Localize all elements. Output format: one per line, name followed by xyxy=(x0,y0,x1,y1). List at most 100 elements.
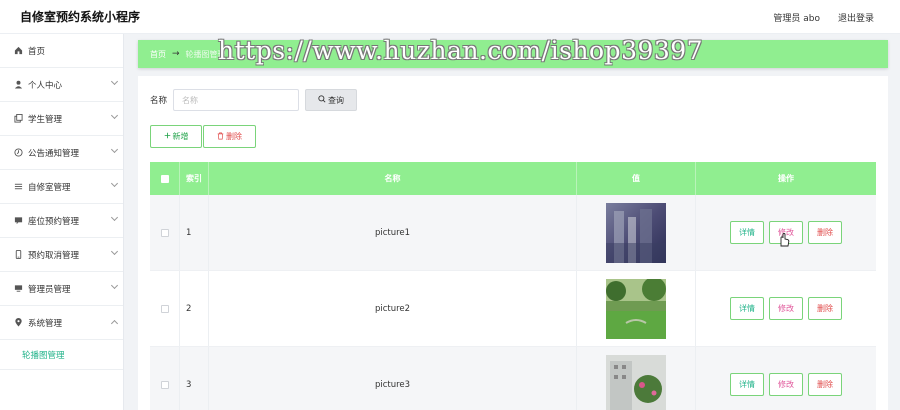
sidebar-item-label: 系统管理 xyxy=(28,318,63,329)
delete-button-label: 删除 xyxy=(226,132,242,141)
row-index: 2 xyxy=(180,271,209,346)
row-checkbox-cell xyxy=(150,271,180,346)
plus-icon xyxy=(164,132,171,141)
sidebar-item-label: 预约取消管理 xyxy=(28,250,80,261)
logout-link[interactable]: 退出登录 xyxy=(838,11,874,24)
chevron-down-icon xyxy=(110,77,119,86)
row-index: 3 xyxy=(180,347,209,410)
detail-button[interactable]: 详情 xyxy=(730,373,764,396)
row-actions: 详情 修改 删除 xyxy=(696,195,876,270)
add-button-label: 新增 xyxy=(172,132,189,141)
table-row: 2 picture2 详情 修改 删除 xyxy=(150,271,876,347)
phone-icon xyxy=(12,250,24,259)
picture3-thumbnail[interactable] xyxy=(606,354,666,410)
sidebar-subitem-carousel[interactable]: 轮播图管理 xyxy=(0,340,123,370)
sidebar-item-study-rooms[interactable]: 自修室管理 xyxy=(0,170,123,204)
chevron-down-icon xyxy=(110,281,119,290)
list-icon xyxy=(12,182,24,191)
copy-icon xyxy=(12,114,24,123)
sidebar-item-system[interactable]: 系统管理 xyxy=(0,306,123,340)
admin-user-label[interactable]: 管理员 abo xyxy=(773,11,820,24)
top-bar: 自修室预约系统小程序 管理员 abo 退出登录 xyxy=(0,0,900,34)
row-image-cell xyxy=(577,195,696,270)
breadcrumb-current: 轮播图管理 xyxy=(185,49,226,59)
header-name: 名称 xyxy=(209,162,577,195)
main-panel: 名称 查询 新增 删除 索引 名称 值 操作 xyxy=(138,76,888,410)
select-all-checkbox[interactable] xyxy=(160,174,169,183)
edit-button[interactable]: 修改 xyxy=(769,373,803,396)
breadcrumb-arrow: → xyxy=(172,49,180,59)
row-checkbox[interactable] xyxy=(160,380,169,389)
table-row: 3 picture3 详情 修改 删除 xyxy=(150,347,876,410)
breadcrumb: 首页 → 轮播图管理 xyxy=(138,40,888,68)
sidebar-item-home[interactable]: 首页 xyxy=(0,34,123,68)
sidebar-item-label: 首页 xyxy=(28,46,46,57)
row-checkbox-cell xyxy=(150,347,180,410)
chevron-up-icon xyxy=(110,319,119,328)
chevron-down-icon xyxy=(110,179,119,188)
sidebar-item-label: 个人中心 xyxy=(28,80,63,91)
chat-icon xyxy=(12,216,24,225)
sidebar-item-label: 学生管理 xyxy=(28,114,63,125)
search-row: 名称 查询 xyxy=(150,89,358,111)
search-icon xyxy=(318,95,326,105)
search-input[interactable] xyxy=(173,89,300,111)
row-checkbox[interactable] xyxy=(160,228,169,237)
action-row: 新增 删除 xyxy=(150,125,256,148)
sidebar: 首页 个人中心 学生管理 公告通知管理 自修室管理 座位预约管理 预约取消管理 … xyxy=(0,34,124,410)
add-button[interactable]: 新增 xyxy=(150,125,202,148)
home-icon xyxy=(12,46,24,55)
app-title: 自修室预约系统小程序 xyxy=(20,10,141,24)
row-name: picture1 xyxy=(209,195,577,270)
user-icon xyxy=(12,80,24,89)
search-label: 名称 xyxy=(150,96,168,106)
sidebar-item-label: 公告通知管理 xyxy=(28,148,80,159)
sidebar-item-label: 管理员管理 xyxy=(28,284,71,295)
sidebar-item-label: 座位预约管理 xyxy=(28,216,80,227)
trash-icon xyxy=(217,132,224,142)
monitor-icon xyxy=(12,284,24,293)
row-index: 1 xyxy=(180,195,209,270)
row-image-cell xyxy=(577,347,696,410)
row-actions: 详情 修改 删除 xyxy=(696,347,876,410)
chevron-down-icon xyxy=(110,213,119,222)
search-button[interactable]: 查询 xyxy=(305,89,358,111)
sidebar-item-students[interactable]: 学生管理 xyxy=(0,102,123,136)
sidebar-item-profile[interactable]: 个人中心 xyxy=(0,68,123,102)
picture2-thumbnail[interactable] xyxy=(606,278,666,339)
search-button-label: 查询 xyxy=(328,95,345,105)
edit-button[interactable]: 修改 xyxy=(769,297,803,320)
row-actions: 详情 修改 删除 xyxy=(696,271,876,346)
clock-icon xyxy=(12,148,24,157)
chevron-down-icon xyxy=(110,145,119,154)
delete-button[interactable]: 删除 xyxy=(808,297,842,320)
row-checkbox-cell xyxy=(150,195,180,270)
delete-button[interactable]: 删除 xyxy=(808,373,842,396)
chevron-down-icon xyxy=(110,247,119,256)
row-name: picture3 xyxy=(209,347,577,410)
sidebar-item-admins[interactable]: 管理员管理 xyxy=(0,272,123,306)
row-name: picture2 xyxy=(209,271,577,346)
detail-button[interactable]: 详情 xyxy=(730,221,764,244)
row-image-cell xyxy=(577,271,696,346)
detail-button[interactable]: 详情 xyxy=(730,297,764,320)
picture1-thumbnail[interactable] xyxy=(606,202,666,263)
sidebar-item-cancellations[interactable]: 预约取消管理 xyxy=(0,238,123,272)
delete-button[interactable]: 删除 xyxy=(808,221,842,244)
row-checkbox[interactable] xyxy=(160,304,169,313)
header-right: 管理员 abo 退出登录 xyxy=(773,11,874,24)
sidebar-item-seat-reservations[interactable]: 座位预约管理 xyxy=(0,204,123,238)
location-icon xyxy=(12,318,24,327)
sidebar-item-label: 自修室管理 xyxy=(28,182,71,193)
chevron-down-icon xyxy=(110,111,119,120)
batch-delete-button[interactable]: 删除 xyxy=(203,125,256,148)
table-header: 索引 名称 值 操作 xyxy=(150,162,876,195)
header-checkbox-cell xyxy=(150,162,180,195)
header-operation: 操作 xyxy=(778,174,794,183)
header-index: 索引 xyxy=(180,162,209,195)
table-row: 1 picture1 详情 修改 删除 xyxy=(150,195,876,271)
header-value: 值 xyxy=(577,162,696,195)
sidebar-item-notices[interactable]: 公告通知管理 xyxy=(0,136,123,170)
breadcrumb-home-link[interactable]: 首页 xyxy=(150,49,166,60)
edit-button[interactable]: 修改 xyxy=(769,221,803,244)
